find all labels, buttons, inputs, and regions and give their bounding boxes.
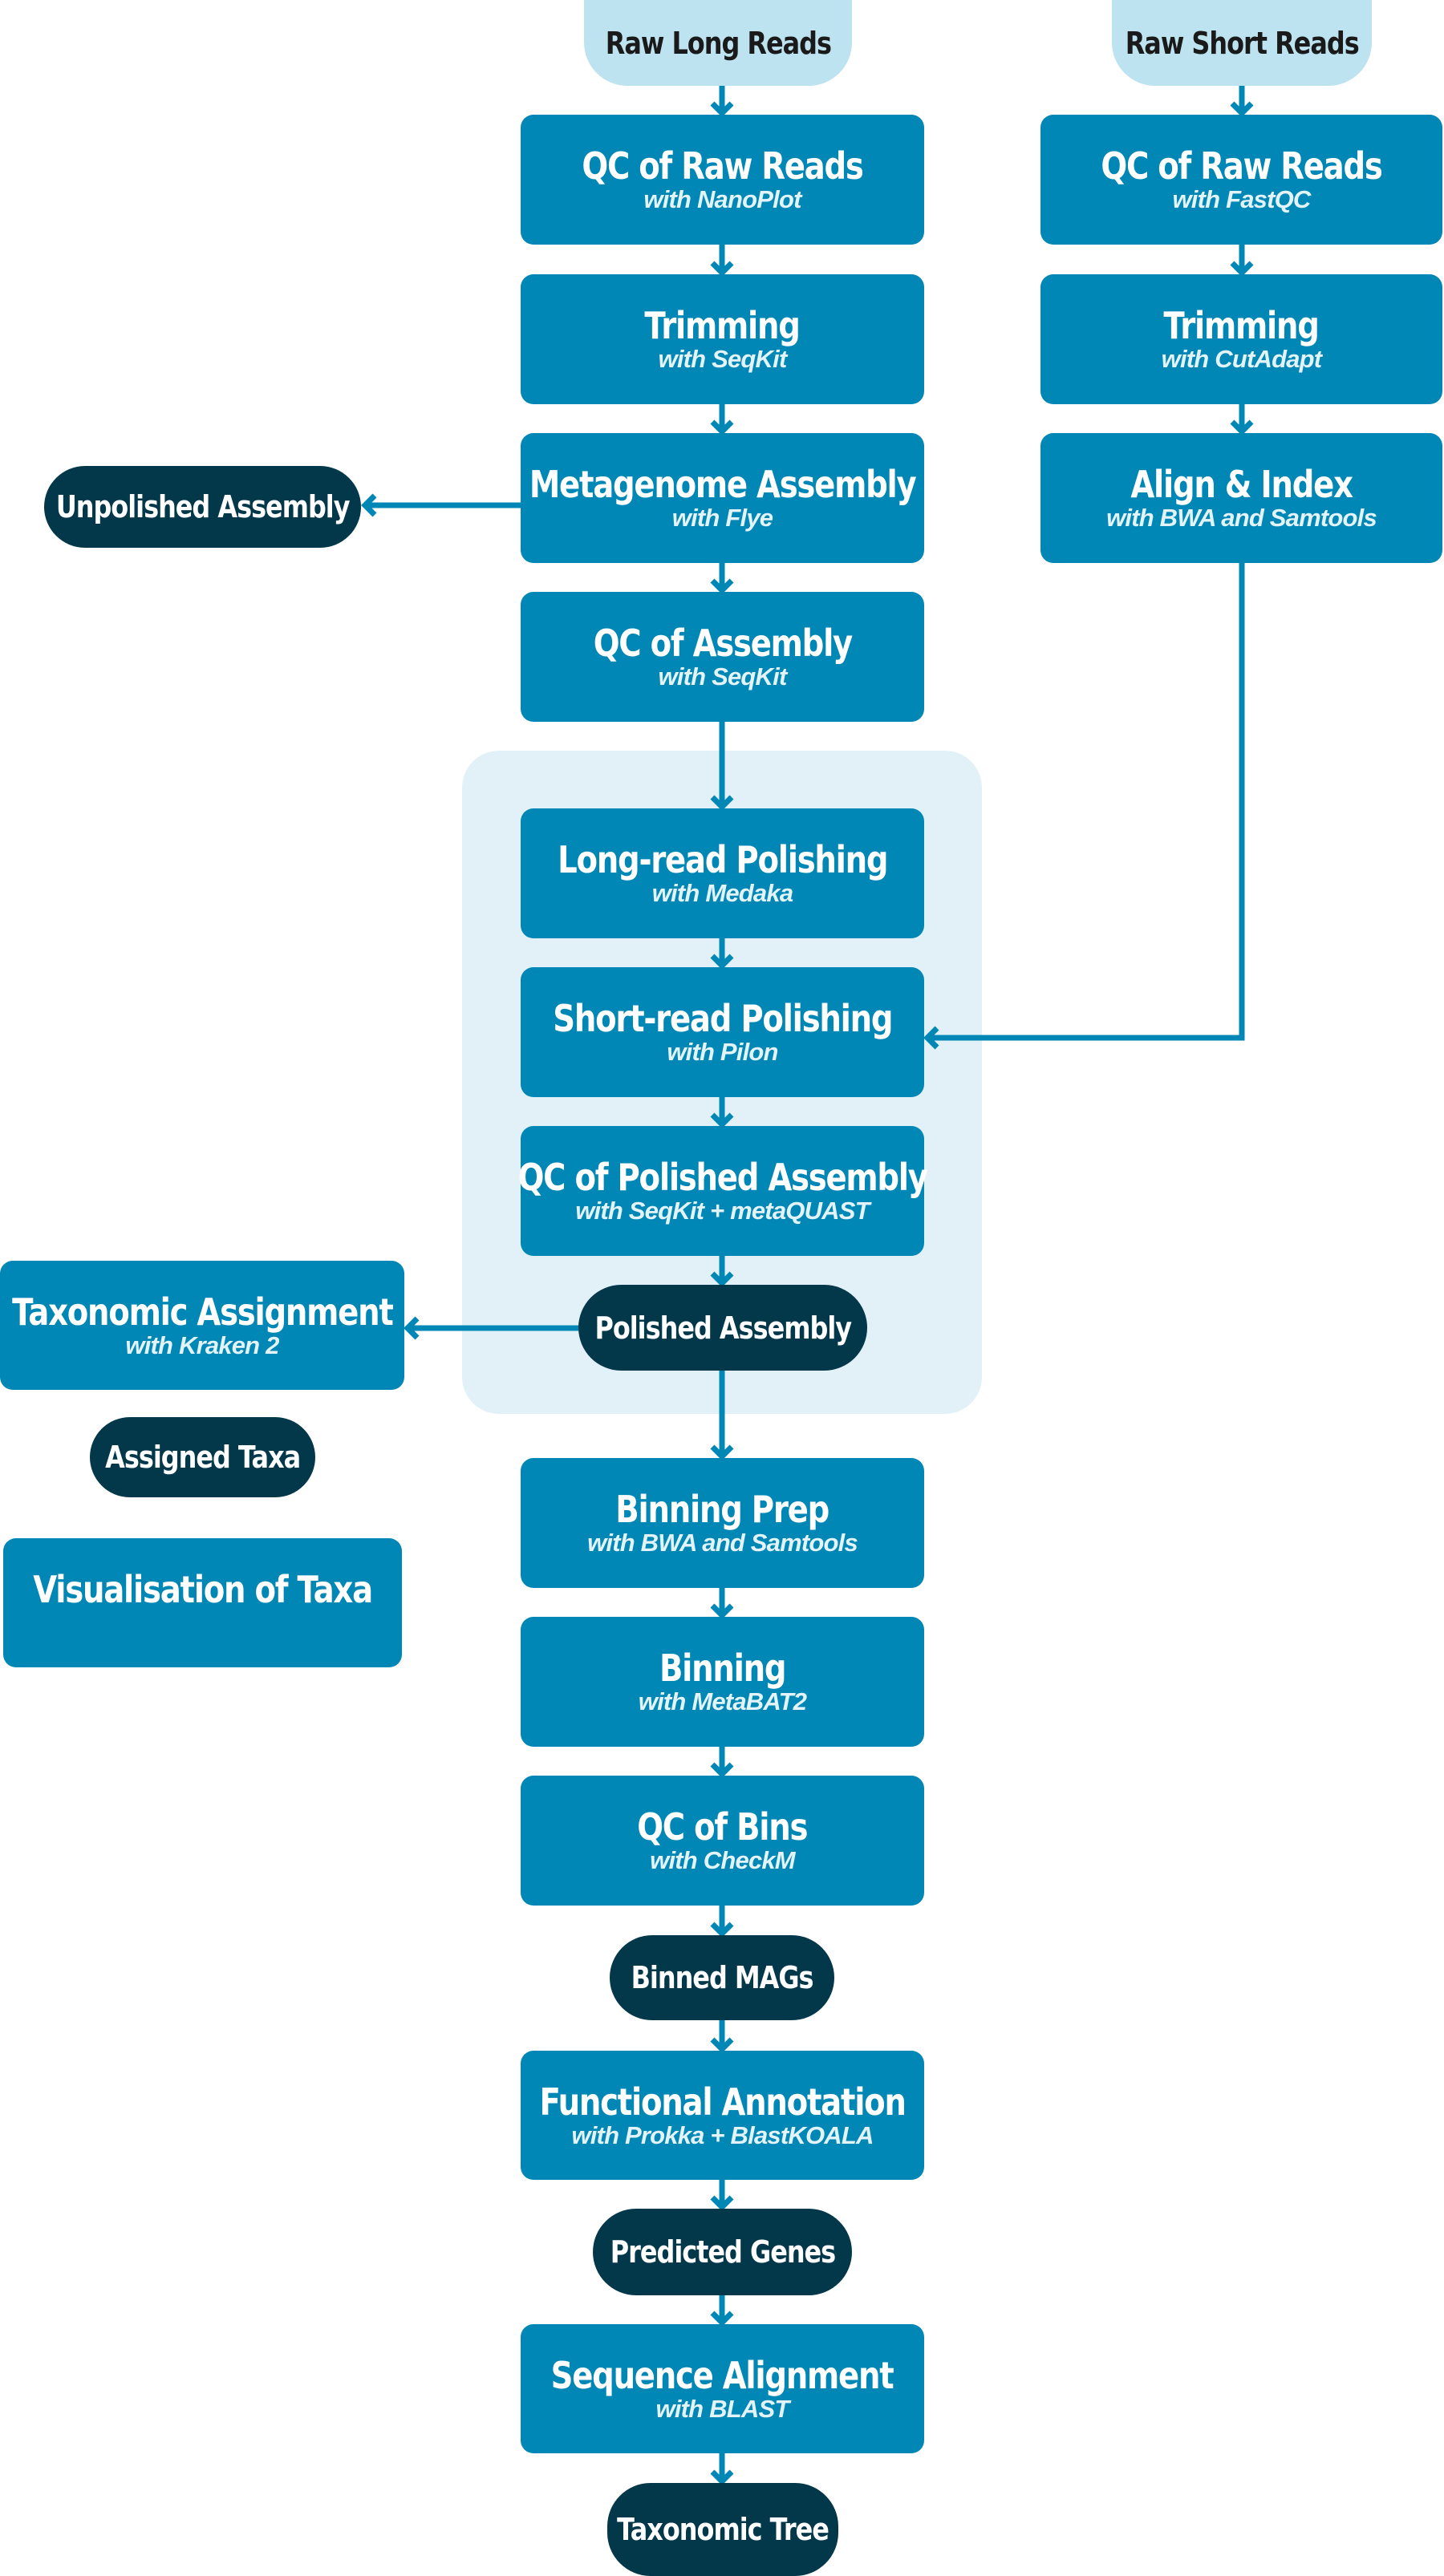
step-tool: with CheckM xyxy=(650,1846,795,1874)
step-binning-prep[interactable]: Binning Prep with BWA and Samtools xyxy=(521,1458,924,1588)
output-label: Assigned Taxa xyxy=(104,1440,301,1475)
arrow-polished-to-binning-prep-arrowhead xyxy=(710,1444,734,1460)
step-title: Trimming xyxy=(644,304,801,347)
step-title: Metagenome Assembly xyxy=(529,463,917,506)
output-label: Predicted Genes xyxy=(610,2234,835,2270)
step-title: Binning Prep xyxy=(615,1488,830,1531)
step-tool: with FastQC xyxy=(1172,185,1311,213)
arrow-alignment-to-taxonomic-tree-arrowhead xyxy=(710,2469,734,2485)
step-qc-raw-short-reads[interactable]: QC of Raw Reads with FastQC xyxy=(1040,115,1442,245)
input-raw-short-reads[interactable]: Raw Short Reads xyxy=(1112,0,1372,86)
step-tool: with SeqKit xyxy=(658,345,788,373)
step-title: Visualisation of Taxa xyxy=(33,1567,373,1611)
step-title: QC of Polished Assembly xyxy=(517,1156,927,1199)
arrow-qc-to-trimming-arrowhead xyxy=(710,261,734,277)
input-label: Raw Short Reads xyxy=(1125,25,1360,61)
step-tool: with Medaka xyxy=(651,879,793,907)
arrow-polished-to-taxonomic-arrowhead xyxy=(404,1316,420,1340)
step-title: Taxonomic Assignment xyxy=(11,1290,394,1334)
output-label: Taxonomic Tree xyxy=(617,2512,829,2547)
step-tool: with Kraken 2 xyxy=(125,1331,279,1359)
arrow-trimming-to-assembly-arrowhead xyxy=(710,419,734,435)
input-raw-long-reads[interactable]: Raw Long Reads xyxy=(584,0,852,86)
step-title: QC of Raw Reads xyxy=(1101,144,1383,188)
step-qc-raw-long-reads[interactable]: QC of Raw Reads with NanoPlot xyxy=(521,115,924,245)
arrow-qc-bins-to-binned-mags-arrowhead xyxy=(710,1922,734,1938)
step-title: QC of Bins xyxy=(637,1805,808,1849)
arrow-assembly-to-qc-assembly-arrowhead xyxy=(710,578,734,594)
output-predicted-genes[interactable]: Predicted Genes xyxy=(593,2209,852,2295)
step-align-and-index[interactable]: Align & Index with BWA and Samtools xyxy=(1040,433,1442,563)
step-tool: with Flye xyxy=(671,504,773,532)
arrow-binned-mags-to-annotation-arrowhead xyxy=(710,2037,734,2053)
step-title: QC of Assembly xyxy=(593,622,853,665)
step-qc-of-bins[interactable]: QC of Bins with CheckM xyxy=(521,1776,924,1906)
step-title: Functional Annotation xyxy=(539,2080,907,2124)
output-binned-mags[interactable]: Binned MAGs xyxy=(610,1935,834,2020)
arrow-assembly-to-unpolished-arrowhead xyxy=(361,493,377,517)
step-tool: with BWA and Samtools xyxy=(1106,504,1377,532)
step-trimming-long-reads[interactable]: Trimming with SeqKit xyxy=(521,274,924,404)
arrow-short-trimming-to-align-arrowhead xyxy=(1230,419,1254,435)
step-tool: with BWA and Samtools xyxy=(587,1529,858,1557)
step-tool: with SeqKit + metaQUAST xyxy=(575,1197,870,1225)
step-metagenome-assembly[interactable]: Metagenome Assembly with Flye xyxy=(521,433,924,563)
step-tool: with NanoPlot xyxy=(643,185,801,213)
arrow-predicted-genes-to-alignment-arrowhead xyxy=(710,2311,734,2327)
step-tool: with MetaBAT2 xyxy=(638,1687,807,1715)
step-long-read-polishing[interactable]: Long-read Polishing with Medaka xyxy=(521,808,924,938)
step-title: Align & Index xyxy=(1130,463,1353,506)
step-sequence-alignment[interactable]: Sequence Alignment with BLAST xyxy=(521,2324,924,2453)
step-qc-of-assembly[interactable]: QC of Assembly with SeqKit xyxy=(521,592,924,722)
step-title: QC of Raw Reads xyxy=(582,144,864,188)
step-title: Short-read Polishing xyxy=(553,997,893,1040)
output-polished-assembly[interactable]: Polished Assembly xyxy=(578,1285,867,1371)
step-visualisation-of-taxa[interactable]: Visualisation of Taxa xyxy=(3,1538,402,1667)
output-label: Unpolished Assembly xyxy=(55,489,351,525)
arrow-annotation-to-predicted-genes-arrowhead xyxy=(710,2195,734,2211)
output-unpolished-assembly[interactable]: Unpolished Assembly xyxy=(44,466,361,548)
step-qc-of-polished-assembly[interactable]: QC of Polished Assembly with SeqKit + me… xyxy=(517,1126,928,1256)
output-label: Binned MAGs xyxy=(631,1960,814,1995)
step-title: Long-read Polishing xyxy=(557,838,888,881)
step-tool: with SeqKit xyxy=(658,662,788,691)
arrow-raw-short-to-qc-arrowhead xyxy=(1230,101,1254,117)
step-title: Sequence Alignment xyxy=(551,2353,894,2397)
step-tool: with Prokka + BlastKOALA xyxy=(571,2120,874,2149)
output-assigned-taxa[interactable]: Assigned Taxa xyxy=(90,1417,315,1497)
arrow-short-qc-to-trimming-arrowhead xyxy=(1230,261,1254,277)
step-tool: with BLAST xyxy=(655,2394,790,2423)
input-label: Raw Long Reads xyxy=(605,25,831,61)
arrow-binning-to-qc-bins-arrowhead xyxy=(710,1762,734,1778)
step-taxonomic-assignment[interactable]: Taxonomic Assignment with Kraken 2 xyxy=(0,1261,404,1390)
step-tool: with Pilon xyxy=(667,1038,778,1066)
output-label: Polished Assembly xyxy=(594,1310,852,1346)
step-binning[interactable]: Binning with MetaBAT2 xyxy=(521,1617,924,1747)
arrow-binning-prep-to-binning-arrowhead xyxy=(710,1603,734,1619)
step-title: Binning xyxy=(659,1646,787,1690)
arrow-raw-long-to-qc-arrowhead xyxy=(710,101,734,117)
step-title: Trimming xyxy=(1163,304,1320,347)
step-tool: with CutAdapt xyxy=(1161,345,1322,373)
step-trimming-short-reads[interactable]: Trimming with CutAdapt xyxy=(1040,274,1442,404)
metagenomics-workflow-diagram: Raw Long Reads Raw Short Reads QC of Raw… xyxy=(0,0,1444,2576)
step-functional-annotation[interactable]: Functional Annotation with Prokka + Blas… xyxy=(521,2051,924,2180)
output-taxonomic-tree[interactable]: Taxonomic Tree xyxy=(607,2483,838,2576)
step-short-read-polishing[interactable]: Short-read Polishing with Pilon xyxy=(521,967,924,1097)
